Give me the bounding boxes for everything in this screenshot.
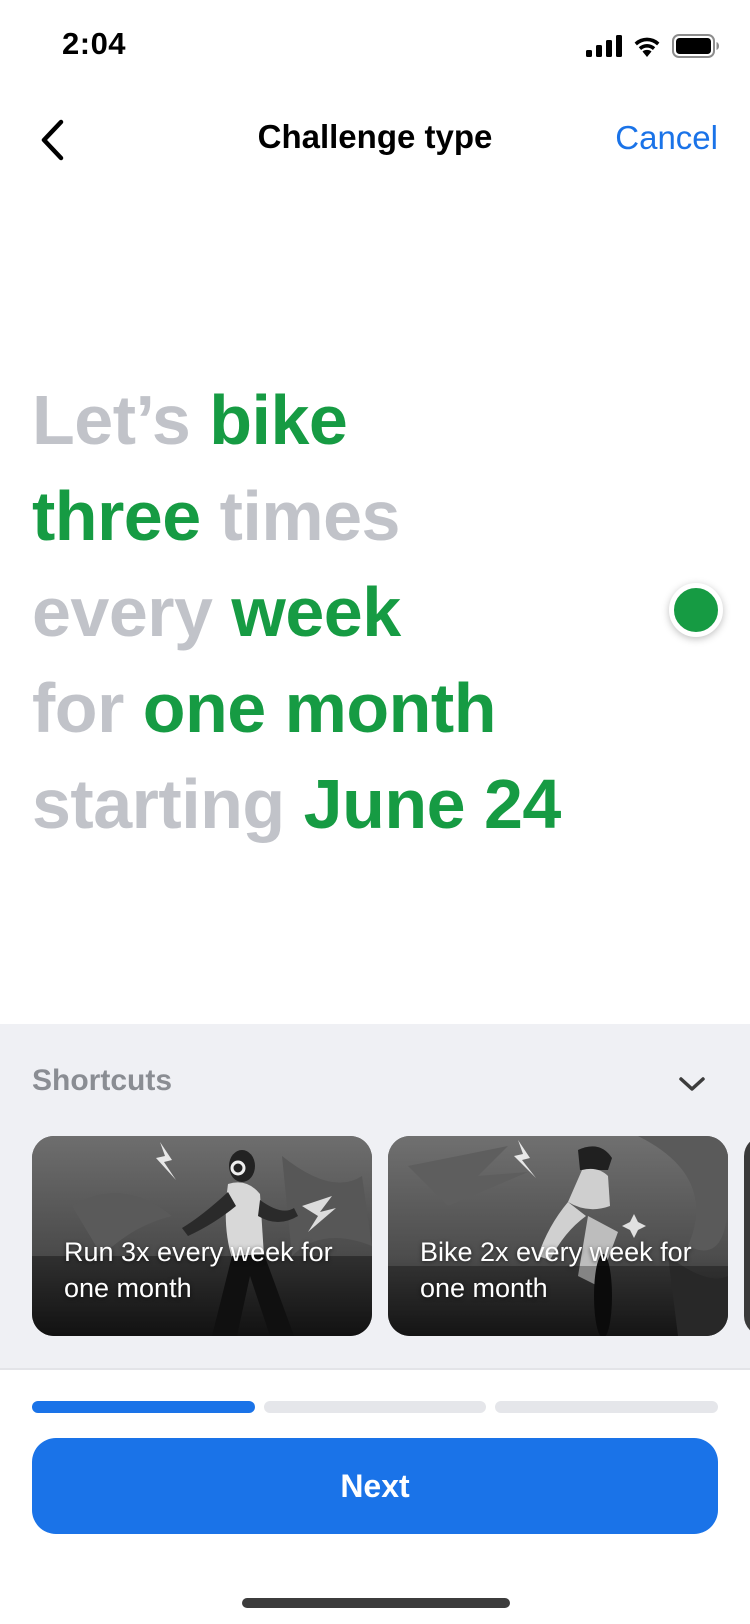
sentence-text: Let’s	[32, 381, 210, 459]
wifi-icon	[634, 37, 660, 57]
shortcut-card-run[interactable]: Run 3x every week for one month	[32, 1136, 372, 1336]
activity-selector[interactable]: bike	[209, 381, 348, 461]
bottom-bar: Next	[0, 1368, 750, 1624]
shortcut-card-bike[interactable]: Bike 2x every week for one month	[388, 1136, 728, 1336]
frequency-selector[interactable]: three	[32, 477, 201, 557]
duration-selector[interactable]: one month	[142, 669, 497, 749]
next-button[interactable]: Next	[32, 1438, 718, 1534]
sentence-line-start-date: starting June 24	[32, 756, 672, 852]
sentence-text: for	[32, 669, 143, 747]
cellular-signal-icon	[586, 35, 622, 57]
status-icons	[586, 34, 720, 58]
status-bar: 2:04	[0, 0, 750, 92]
sentence-line-activity: Let’s bike	[32, 372, 672, 468]
sentence-line-duration: for one month	[32, 660, 672, 756]
period-selector[interactable]: week	[231, 573, 401, 653]
sentence-text: starting	[32, 765, 304, 843]
chevron-down-icon[interactable]	[676, 1072, 708, 1096]
shortcut-label: Bike 2x every week for one month	[420, 1237, 692, 1303]
sentence-text: times	[200, 477, 401, 555]
shortcuts-panel: Shortcuts Run 3x every week for one mont…	[0, 1024, 750, 1368]
battery-icon	[672, 34, 719, 58]
shortcut-card-partial[interactable]	[744, 1136, 750, 1336]
sentence-line-frequency: three times	[32, 468, 672, 564]
sentence-line-period: every week	[32, 564, 672, 660]
shortcuts-title: Shortcuts	[32, 1064, 173, 1097]
progress-step-2	[263, 1401, 487, 1413]
scroll-knob[interactable]	[669, 583, 723, 637]
step-progress	[32, 1401, 719, 1413]
progress-step-1	[32, 1401, 255, 1413]
shortcut-label: Run 3x every week for one month	[64, 1237, 333, 1303]
start-date-selector[interactable]: June 24	[303, 765, 561, 845]
cancel-button[interactable]: Cancel	[615, 119, 718, 157]
challenge-sentence: Let’s bike three times every week for on…	[32, 372, 672, 852]
home-indicator	[242, 1598, 510, 1608]
status-time: 2:04	[62, 26, 127, 61]
shortcut-cards: Run 3x every week for one month Bike 2x …	[32, 1136, 750, 1336]
progress-step-3	[495, 1401, 719, 1413]
nav-bar: Challenge type Cancel	[0, 100, 750, 180]
sentence-text: every	[32, 573, 232, 651]
